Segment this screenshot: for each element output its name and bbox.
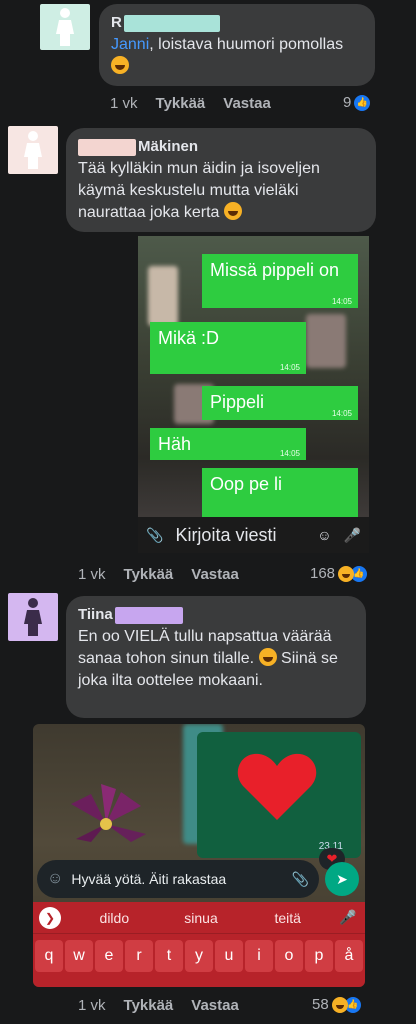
suggestion[interactable]: teitä — [244, 910, 331, 926]
author-name[interactable]: Tiina — [78, 604, 113, 626]
reaction-summary[interactable]: 9 👍 — [343, 94, 371, 111]
comment-text: Janni, loistava huumori pomollas — [111, 34, 363, 78]
key[interactable]: e — [95, 940, 123, 972]
reaction-count: 58 — [312, 996, 329, 1013]
comment-bubble: R Janni, loistava huumori pomollas — [99, 4, 375, 86]
key[interactable]: o — [275, 940, 303, 972]
laughing-emoji-icon — [111, 56, 129, 74]
female-user-icon — [24, 598, 42, 636]
haha-reaction-icon — [338, 565, 355, 582]
key[interactable]: y — [185, 940, 213, 972]
female-user-icon — [24, 131, 42, 169]
author-name[interactable]: R — [111, 12, 122, 34]
message-bubble: Pippeli 14:05 — [202, 386, 358, 420]
attach-icon[interactable]: 📎 — [292, 871, 309, 888]
send-button[interactable]: ➤ — [325, 862, 359, 896]
key[interactable]: w — [65, 940, 93, 972]
suggestion-bar: ❯ dildo sinua teitä 🎤 — [33, 902, 365, 934]
comment-actions: 1 vk Tykkää Vastaa — [78, 566, 257, 583]
keyboard: ❯ dildo sinua teitä 🎤 q w e r t y u i o … — [33, 902, 365, 987]
suggestion[interactable]: sinua — [158, 910, 245, 926]
keyboard-screenshot-image[interactable]: 23.11 ❤ ☺ Hyvää yötä. Äiti rakastaa 📎 ➤ … — [33, 724, 365, 987]
microphone-icon: 🎤 — [343, 526, 361, 543]
timestamp[interactable]: 1 vk — [78, 566, 106, 583]
mention-link[interactable]: Janni — [111, 36, 149, 53]
reaction-count: 9 — [343, 94, 352, 111]
message-bubble: Mikä :D 14:05 — [150, 322, 306, 374]
reply-button[interactable]: Vastaa — [223, 95, 271, 112]
like-reaction-icon: 👍 — [354, 94, 371, 111]
emoji-icon[interactable]: ☺ — [47, 870, 63, 888]
suggestion[interactable]: dildo — [71, 910, 158, 926]
laughing-emoji-icon — [258, 648, 277, 666]
key[interactable]: q — [35, 940, 63, 972]
key[interactable]: å — [335, 940, 363, 972]
avatar[interactable] — [40, 4, 90, 50]
redacted-name — [114, 606, 183, 624]
message-bubble: Häh 14:05 — [150, 428, 306, 460]
author-name[interactable]: Mäkinen — [138, 136, 198, 158]
chevron-right-icon[interactable]: ❯ — [39, 906, 61, 929]
key[interactable]: u — [215, 940, 243, 972]
comment-text: En oo VIELÄ tullu napsattua väärää sanaa… — [78, 628, 338, 689]
key[interactable]: r — [125, 940, 153, 972]
flower-image — [61, 784, 151, 844]
key-row: q w e r t y u i o p å — [33, 934, 365, 972]
message-bubble: Missä pippeli on 14:05 — [202, 254, 358, 308]
heart-message-bubble: 23.11 ❤ — [197, 732, 361, 870]
key[interactable]: i — [245, 940, 273, 972]
comment-bubble: Mäkinen Tää kylläkin mun äidin ja isovel… — [66, 128, 376, 232]
timestamp[interactable]: 1 vk — [78, 997, 106, 1014]
emoji-icon: ☺ — [317, 527, 332, 543]
key[interactable]: t — [155, 940, 183, 972]
avatar[interactable] — [8, 593, 58, 641]
like-button[interactable]: Tykkää — [156, 95, 206, 112]
timestamp[interactable]: 1 vk — [110, 95, 138, 112]
reaction-count: 168 — [310, 565, 336, 582]
haha-reaction-icon — [331, 996, 348, 1013]
like-button[interactable]: Tykkää — [124, 997, 174, 1014]
comment-text: Tää kylläkin mun äidin ja isoveljen käym… — [78, 160, 320, 221]
avatar[interactable] — [8, 126, 58, 174]
female-user-icon — [56, 8, 74, 46]
heart-icon — [237, 753, 317, 820]
message-compose-bar: 📎 Kirjoita viesti ☺ 🎤 — [138, 517, 369, 553]
comment-actions: 1 vk Tykkää Vastaa — [110, 95, 289, 112]
microphone-icon[interactable]: 🎤 — [331, 909, 365, 926]
reaction-summary[interactable]: 58 👍 — [312, 996, 361, 1013]
reaction-summary[interactable]: 168 👍 — [310, 565, 368, 582]
comment-actions: 1 vk Tykkää Vastaa — [78, 997, 257, 1014]
attach-icon: 📎 — [146, 526, 164, 543]
redacted-name — [123, 14, 220, 32]
message-bubble: Oop pe li — [202, 468, 358, 518]
compose-text: Hyvää yötä. Äiti rakastaa — [71, 871, 227, 887]
like-button[interactable]: Tykkää — [124, 566, 174, 583]
reply-button[interactable]: Vastaa — [191, 997, 239, 1014]
key[interactable]: p — [305, 940, 333, 972]
redacted-name — [78, 138, 136, 156]
comment-bubble: Tiina En oo VIELÄ tullu napsattua väärää… — [66, 596, 366, 718]
compose-placeholder: Kirjoita viesti — [175, 524, 277, 545]
reply-button[interactable]: Vastaa — [191, 566, 239, 583]
laughing-emoji-icon — [223, 202, 242, 220]
chat-screenshot-image[interactable]: Missä pippeli on 14:05 Mikä :D 14:05 Pip… — [138, 236, 369, 553]
send-icon: ➤ — [336, 870, 348, 887]
message-input[interactable]: ☺ Hyvää yötä. Äiti rakastaa 📎 — [37, 860, 319, 898]
